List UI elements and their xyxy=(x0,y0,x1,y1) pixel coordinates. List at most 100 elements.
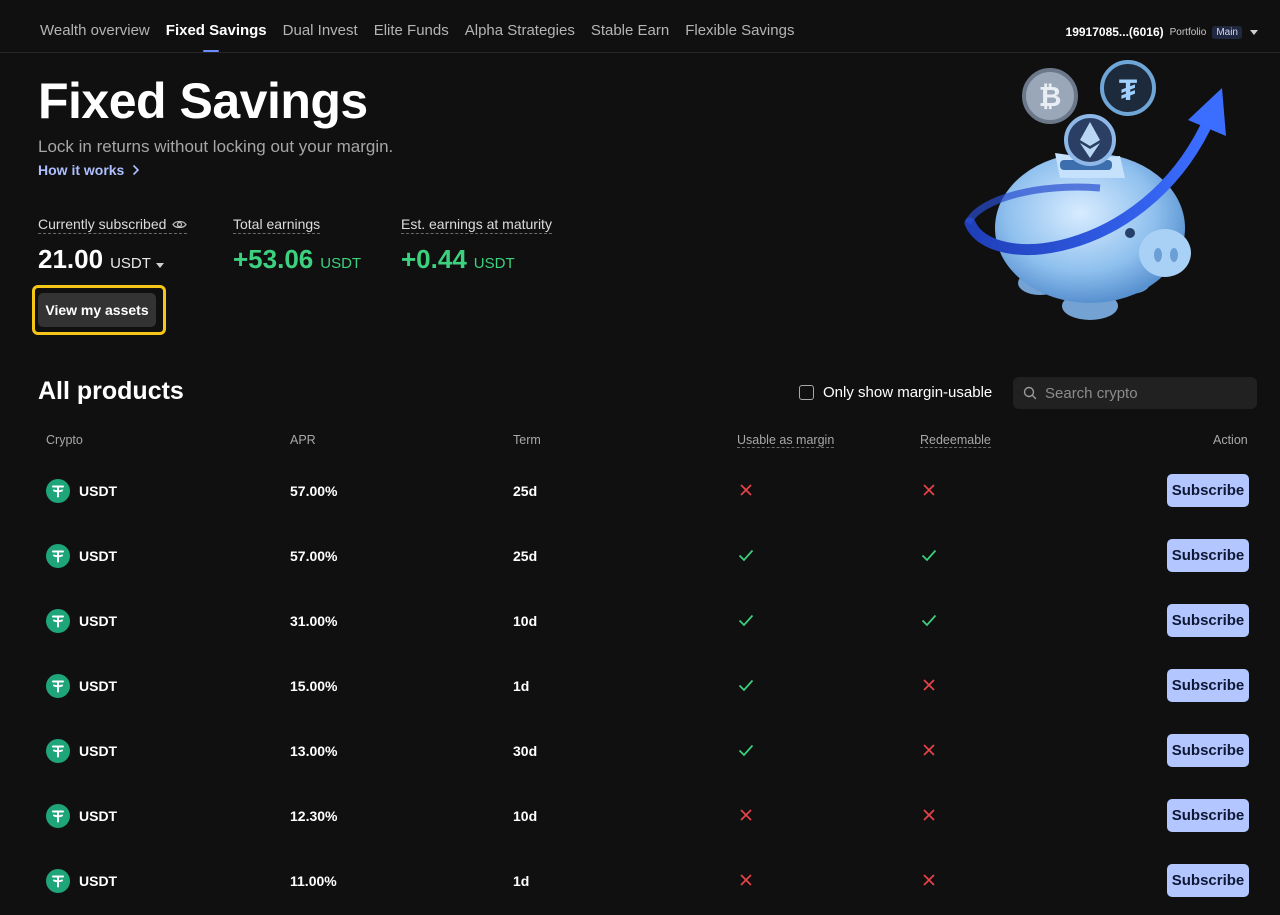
tether-icon xyxy=(46,738,70,763)
table-header: Crypto APR Term Usable as margin Redeema… xyxy=(0,433,1280,453)
search-box[interactable] xyxy=(1013,377,1257,409)
search-input[interactable] xyxy=(1045,384,1245,402)
search-icon xyxy=(1023,386,1037,400)
table-row: USDT 11.00% 1d Subscribe xyxy=(0,864,1280,915)
page-title: Fixed Savings xyxy=(38,73,368,129)
check-icon xyxy=(921,614,937,627)
check-icon xyxy=(738,549,754,562)
apr-value: 12.30% xyxy=(290,807,338,824)
crypto-name: USDT xyxy=(79,872,118,889)
apr-value: 13.00% xyxy=(290,742,338,759)
term-value: 25d xyxy=(513,547,538,564)
term-value: 1d xyxy=(513,872,530,889)
subscribed-label-text: Currently subscribed xyxy=(38,216,167,232)
stat-est-earnings: Est. earnings at maturity +0.44 USDT xyxy=(401,216,552,275)
subscribe-button[interactable]: Subscribe xyxy=(1167,604,1249,637)
cross-icon xyxy=(923,874,935,886)
crypto-name: USDT xyxy=(79,482,118,499)
term-value: 10d xyxy=(513,612,538,629)
portfolio-label: Portfolio xyxy=(1169,26,1207,38)
crypto-cell: USDT xyxy=(46,799,117,832)
tether-icon xyxy=(46,608,70,633)
subscribed-value: 21.00 xyxy=(38,244,104,274)
piggy-bank-illustration: ₿ ₮ xyxy=(964,60,1226,320)
margin-usable-filter[interactable]: Only show margin-usable xyxy=(799,384,992,401)
svg-text:₮: ₮ xyxy=(1119,74,1137,107)
ethereum-coin xyxy=(1064,114,1116,166)
tab-elite-funds[interactable]: Elite Funds xyxy=(374,22,449,52)
stat-total-earnings: Total earnings +53.06 USDT xyxy=(233,216,361,275)
check-icon xyxy=(738,744,754,757)
chevron-down-icon[interactable] xyxy=(1250,29,1258,35)
total-earnings-value: +53.06 xyxy=(233,244,314,274)
crypto-cell: USDT xyxy=(46,539,117,572)
account-switcher[interactable]: 19917085...(6016) Portfolio Main xyxy=(1066,25,1258,39)
stat-label-est: Est. earnings at maturity xyxy=(401,216,552,234)
products-title: All products xyxy=(38,377,184,405)
col-usable-as-margin[interactable]: Usable as margin xyxy=(737,433,835,448)
stat-currently-subscribed: Currently subscribed 21.00 USDT xyxy=(38,216,188,275)
term-value: 1d xyxy=(513,677,530,694)
how-it-works-link[interactable]: How it works xyxy=(38,162,140,178)
tab-fixed-savings[interactable]: Fixed Savings xyxy=(166,22,267,52)
subscribe-button[interactable]: Subscribe xyxy=(1167,474,1249,507)
margin-usable-checkbox[interactable] xyxy=(799,385,814,400)
margin-usable-label: Only show margin-usable xyxy=(823,384,993,401)
tab-alpha-strategies[interactable]: Alpha Strategies xyxy=(465,22,575,52)
check-icon xyxy=(921,549,937,562)
cross-icon xyxy=(923,679,935,691)
col-term[interactable]: Term xyxy=(513,433,541,447)
tab-flexible-savings[interactable]: Flexible Savings xyxy=(685,22,794,52)
crypto-cell: USDT xyxy=(46,604,117,637)
crypto-name: USDT xyxy=(79,547,118,564)
col-redeemable[interactable]: Redeemable xyxy=(920,433,991,448)
eye-icon[interactable] xyxy=(172,219,188,230)
stat-label-total: Total earnings xyxy=(233,216,321,234)
apr-value: 31.00% xyxy=(290,612,338,629)
subscribe-button[interactable]: Subscribe xyxy=(1167,799,1249,832)
stat-label-subscribed: Currently subscribed xyxy=(38,216,188,234)
tether-icon xyxy=(46,868,70,893)
est-earnings-unit: USDT xyxy=(473,255,515,272)
check-icon xyxy=(738,614,754,627)
account-badge: Main xyxy=(1212,25,1242,39)
account-id: 19917085...(6016) xyxy=(1065,25,1164,39)
subscribe-button[interactable]: Subscribe xyxy=(1167,864,1249,897)
subscribe-button[interactable]: Subscribe xyxy=(1167,734,1249,767)
table-row: USDT 13.00% 30d Subscribe xyxy=(0,734,1280,799)
tether-icon xyxy=(46,543,70,568)
crypto-cell: USDT xyxy=(46,669,117,702)
col-crypto[interactable]: Crypto xyxy=(46,433,83,447)
cross-icon xyxy=(923,744,935,756)
table-row: USDT 12.30% 10d Subscribe xyxy=(0,799,1280,864)
tab-stable-earn[interactable]: Stable Earn xyxy=(591,22,669,52)
subscribe-button[interactable]: Subscribe xyxy=(1167,539,1249,572)
table-row: USDT 57.00% 25d Subscribe xyxy=(0,474,1280,539)
cross-icon xyxy=(740,874,752,886)
crypto-name: USDT xyxy=(79,677,118,694)
table-row: USDT 57.00% 25d Subscribe xyxy=(0,539,1280,604)
term-value: 25d xyxy=(513,482,538,499)
view-my-assets-button[interactable]: View my assets xyxy=(38,293,156,327)
tab-wealth-overview[interactable]: Wealth overview xyxy=(40,22,150,52)
table-row: USDT 15.00% 1d Subscribe xyxy=(0,669,1280,734)
tab-dual-invest[interactable]: Dual Invest xyxy=(283,22,358,52)
tether-icon xyxy=(46,478,70,503)
col-apr[interactable]: APR xyxy=(290,433,316,447)
table-row: USDT 31.00% 10d Subscribe xyxy=(0,604,1280,669)
subscribed-unit[interactable]: USDT xyxy=(110,255,151,272)
subscribe-button[interactable]: Subscribe xyxy=(1167,669,1249,702)
term-value: 10d xyxy=(513,807,538,824)
cross-icon xyxy=(740,484,752,496)
chevron-right-icon xyxy=(133,164,140,176)
unit-dropdown-icon[interactable] xyxy=(155,263,164,268)
crypto-name: USDT xyxy=(79,612,118,629)
svg-text:₿: ₿ xyxy=(1039,81,1062,112)
tether-icon xyxy=(46,803,70,828)
bitcoin-coin: ₿ xyxy=(1022,68,1078,124)
crypto-cell: USDT xyxy=(46,864,117,897)
cross-icon xyxy=(923,484,935,496)
term-value: 30d xyxy=(513,742,538,759)
page-subtitle: Lock in returns without locking out your… xyxy=(38,137,394,156)
col-action: Action xyxy=(1213,433,1248,447)
